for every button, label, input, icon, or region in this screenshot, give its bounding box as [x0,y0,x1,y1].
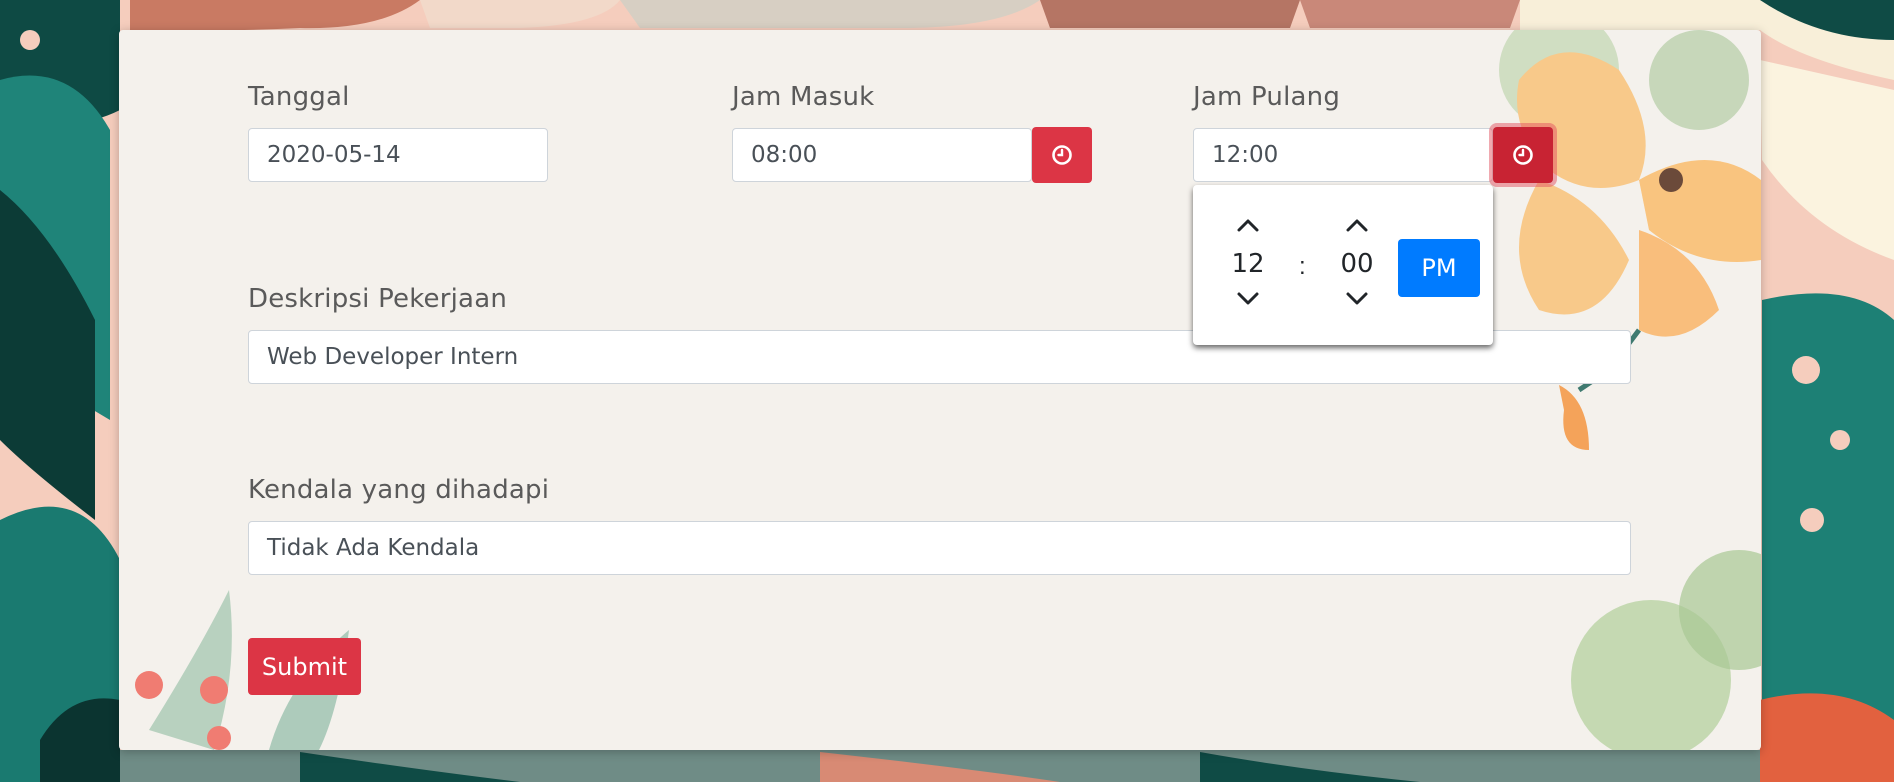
timepicker-hour[interactable]: 12 [1218,249,1278,279]
jam-pulang-clock-button[interactable] [1493,127,1553,183]
clock-icon [1513,145,1533,165]
chevron-up-icon[interactable] [1345,217,1369,233]
jam-pulang-input[interactable]: 12:00 [1193,128,1493,182]
kendala-label: Kendala yang dihadapi [248,475,550,505]
clock-icon [1052,145,1072,165]
jam-pulang-label: Jam Pulang [1193,82,1341,112]
jam-masuk-clock-button[interactable] [1032,127,1092,183]
tanggal-label: Tanggal [248,82,350,112]
submit-button[interactable]: Submit [248,638,361,695]
timepicker-minute[interactable]: 00 [1327,249,1387,279]
chevron-down-icon[interactable] [1345,291,1369,307]
meridian-toggle-button[interactable]: PM [1398,239,1480,297]
form-card: Tanggal 2020-05-14 Jam Masuk 08:00 Jam P… [119,30,1761,750]
tanggal-input[interactable]: 2020-05-14 [248,128,548,182]
jam-masuk-input[interactable]: 08:00 [732,128,1032,182]
kendala-input[interactable]: Tidak Ada Kendala [248,521,1631,575]
timepicker-popup: 12 : 00 PM [1193,185,1493,345]
deskripsi-label: Deskripsi Pekerjaan [248,284,508,314]
timepicker-separator: : [1299,253,1306,280]
jam-masuk-label: Jam Masuk [732,82,875,112]
chevron-down-icon[interactable] [1236,291,1260,307]
chevron-up-icon[interactable] [1236,217,1260,233]
